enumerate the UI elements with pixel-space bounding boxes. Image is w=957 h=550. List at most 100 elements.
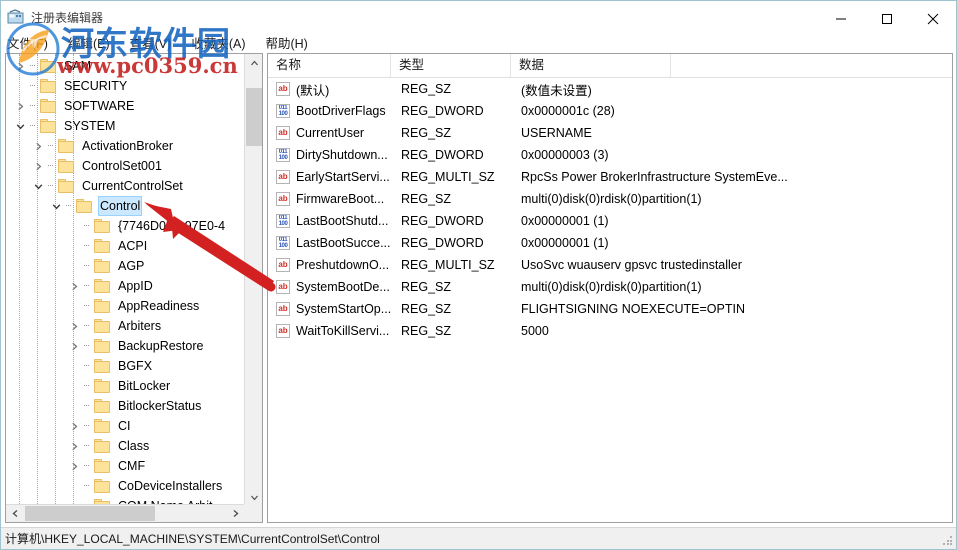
value-row[interactable]: 011 100 LastBootShutd... REG_DWORD 0x0000000… (268, 210, 952, 232)
string-value-icon: ab (276, 192, 290, 206)
tree-item-backuprestore[interactable]: BackupRestore (6, 336, 244, 356)
tree-item-7746d00f-97e0-4[interactable]: {7746D00F-97E0-4 (6, 216, 244, 236)
tree-item-label: CoDeviceInstallers (118, 479, 223, 493)
value-name: (默认) (296, 83, 330, 98)
tree-item-label: BGFX (118, 359, 153, 373)
window-controls (818, 1, 956, 36)
tree-item-label: AppReadiness (118, 299, 200, 313)
string-value-icon: ab (276, 258, 290, 272)
menu-favorites[interactable]: 收藏夹(A) (181, 34, 255, 54)
tree-item-system[interactable]: SYSTEM (6, 116, 244, 136)
value-row[interactable]: 011 100 LastBootSucce... REG_DWORD 0x0000000… (268, 232, 952, 254)
value-row[interactable]: ab FirmwareBoot... REG_SZ multi(0)disk(0)rd… (268, 188, 952, 210)
value-data: 0x00000001 (1) (521, 214, 609, 228)
tree-item-label: SECURITY (64, 79, 128, 93)
value-row[interactable]: ab EarlyStartServi... REG_MULTI_SZ RpcSs Po… (268, 166, 952, 188)
minimize-button[interactable] (818, 1, 864, 36)
tree-horizontal-scroll-thumb[interactable] (25, 506, 155, 521)
chevron-right-icon[interactable] (66, 276, 82, 296)
value-row[interactable]: ab SystemStartOp... REG_SZ FLIGHTSIGNING N… (268, 298, 952, 320)
column-header-name[interactable]: 名称 (268, 54, 391, 77)
chevron-down-icon[interactable] (30, 176, 46, 196)
tree-item-control[interactable]: Control (6, 196, 244, 216)
menu-file[interactable]: 文件(F) (1, 34, 58, 54)
value-row[interactable]: ab (默认) REG_SZ (数值未设置) (268, 78, 952, 100)
tree-item-label: BackupRestore (118, 339, 204, 353)
value-row[interactable]: ab WaitToKillServi... REG_SZ 5000 (268, 320, 952, 342)
value-name: PreshutdownO... (296, 258, 390, 272)
tree-item-sam[interactable]: SAM (6, 56, 244, 76)
tree-vertical-scrollbar[interactable] (244, 54, 262, 506)
tree-item-currentcontrolset[interactable]: CurrentControlSet (6, 176, 244, 196)
tree-connector (28, 56, 40, 76)
tree-item-security[interactable]: SECURITY (6, 76, 244, 96)
tree-item-label: CMF (118, 459, 146, 473)
tree-item-agp[interactable]: AGP (6, 256, 244, 276)
tree-item-label: BitLocker (118, 379, 171, 393)
tree-item-acpi[interactable]: ACPI (6, 236, 244, 256)
tree-item-cmf[interactable]: CMF (6, 456, 244, 476)
value-name: LastBootSucce... (296, 236, 391, 250)
tree-item-class[interactable]: Class (6, 436, 244, 456)
close-button[interactable] (910, 1, 956, 36)
menu-help[interactable]: 帮助(H) (255, 34, 317, 54)
column-header-data[interactable]: 数据 (511, 54, 671, 77)
tree-vertical-scroll-thumb[interactable] (246, 88, 262, 146)
value-row[interactable]: ab CurrentUser REG_SZ USERNAME (268, 122, 952, 144)
value-row[interactable]: ab SystemBootDe... REG_SZ multi(0)disk(0)rd… (268, 276, 952, 298)
folder-icon (94, 379, 111, 393)
tree-leaf-spacer (66, 236, 82, 256)
value-name: DirtyShutdown... (296, 148, 388, 162)
chevron-right-icon[interactable] (12, 56, 28, 76)
menu-edit[interactable]: 编辑(E) (58, 34, 120, 54)
tree-horizontal-scrollbar[interactable] (6, 504, 244, 522)
scroll-right-arrow-icon[interactable] (226, 505, 244, 522)
value-type: REG_SZ (401, 126, 452, 140)
scroll-up-arrow-icon[interactable] (245, 54, 262, 72)
tree-item-com-name-arbit[interactable]: COM Name Arbit (6, 496, 244, 504)
chevron-right-icon[interactable] (66, 316, 82, 336)
tree-connector (28, 96, 40, 116)
tree-item-appid[interactable]: AppID (6, 276, 244, 296)
tree-item-bitlocker[interactable]: BitLocker (6, 376, 244, 396)
folder-icon (94, 359, 111, 373)
tree-item-label: CI (118, 419, 131, 433)
tree-item-ci[interactable]: CI (6, 416, 244, 436)
menu-view[interactable]: 查看(V) (120, 34, 182, 54)
chevron-right-icon[interactable] (66, 436, 82, 456)
chevron-down-icon[interactable] (12, 116, 28, 136)
tree-item-arbiters[interactable]: Arbiters (6, 316, 244, 336)
tree-item-controlset001[interactable]: ControlSet001 (6, 156, 244, 176)
tree-item-software[interactable]: SOFTWARE (6, 96, 244, 116)
tree-connector (82, 236, 94, 256)
resize-grip-icon[interactable] (943, 536, 953, 546)
tree-item-bgfx[interactable]: BGFX (6, 356, 244, 376)
chevron-right-icon[interactable] (66, 416, 82, 436)
folder-icon (40, 59, 57, 73)
value-row[interactable]: 011 100 BootDriverFlags REG_DWORD 0x0000001c… (268, 100, 952, 122)
chevron-right-icon[interactable] (66, 456, 82, 476)
value-name: FirmwareBoot... (296, 192, 385, 206)
scroll-left-arrow-icon[interactable] (6, 505, 24, 522)
tree-item-codeviceinstallers[interactable]: CoDeviceInstallers (6, 476, 244, 496)
column-header-type[interactable]: 类型 (391, 54, 511, 77)
tree-leaf-spacer (66, 496, 82, 504)
string-value-icon: ab (276, 280, 290, 294)
chevron-right-icon[interactable] (30, 156, 46, 176)
tree-item-bitlockerstatus[interactable]: BitlockerStatus (6, 396, 244, 416)
value-row[interactable]: 011 100 DirtyShutdown... REG_DWORD 0x0000000… (268, 144, 952, 166)
value-data: multi(0)disk(0)rdisk(0)partition(1) (521, 280, 702, 294)
value-row[interactable]: ab PreshutdownO... REG_MULTI_SZ UsoSvc wuau… (268, 254, 952, 276)
tree-connector (82, 316, 94, 336)
maximize-button[interactable] (864, 1, 910, 36)
folder-icon (58, 179, 75, 193)
tree-item-label: Control (98, 196, 143, 216)
tree-connector (28, 76, 40, 96)
tree-connector (82, 216, 94, 236)
tree-item-appreadiness[interactable]: AppReadiness (6, 296, 244, 316)
chevron-right-icon[interactable] (66, 336, 82, 356)
tree-item-activationbroker[interactable]: ActivationBroker (6, 136, 244, 156)
chevron-down-icon[interactable] (48, 196, 64, 216)
chevron-right-icon[interactable] (30, 136, 46, 156)
chevron-right-icon[interactable] (12, 96, 28, 116)
